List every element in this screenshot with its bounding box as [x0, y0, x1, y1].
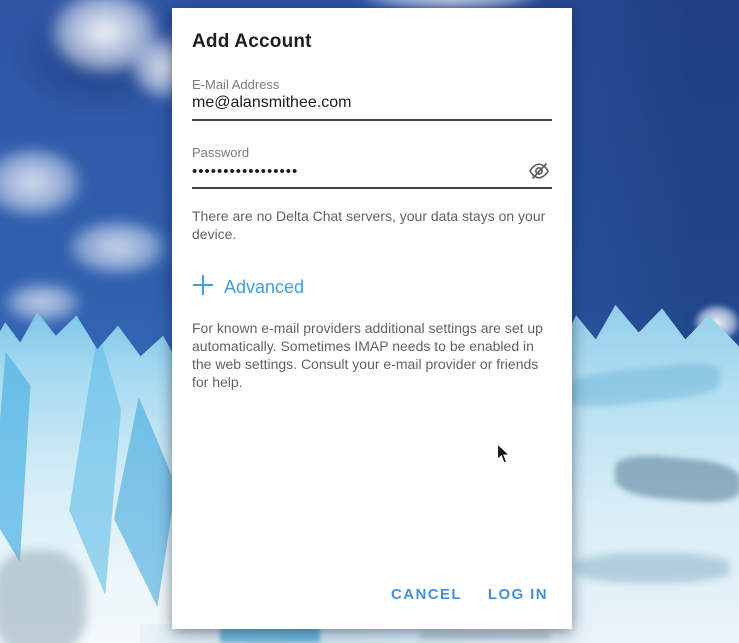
plus-icon	[192, 274, 214, 301]
glacier-ice-right	[560, 298, 739, 643]
login-button[interactable]: LOG IN	[488, 586, 548, 603]
ice-spike	[62, 330, 134, 595]
eye-off-icon	[528, 168, 550, 183]
ice-shadow	[575, 553, 730, 583]
ice-shadow	[0, 550, 87, 643]
ice-spike	[0, 352, 54, 562]
dialog-title: Add Account	[192, 8, 552, 53]
cloud	[50, 210, 185, 285]
desktop-background: Add Account E-Mail Address Password Ther…	[0, 0, 739, 643]
add-account-dialog: Add Account E-Mail Address Password Ther…	[172, 8, 572, 629]
ice-shadow	[615, 453, 739, 506]
mouse-pointer-icon	[496, 443, 511, 470]
no-servers-info-text: There are no Delta Chat servers, your da…	[192, 207, 552, 243]
password-field-row	[192, 162, 552, 189]
email-label: E-Mail Address	[192, 77, 552, 92]
glacier-ice-left	[0, 312, 180, 643]
advanced-expander[interactable]: Advanced	[192, 274, 552, 301]
password-input[interactable]	[192, 163, 526, 180]
password-label: Password	[192, 145, 552, 160]
cancel-button[interactable]: CANCEL	[391, 586, 462, 603]
dialog-actions: CANCEL LOG IN	[391, 586, 548, 603]
toggle-password-visibility-button[interactable]	[526, 162, 552, 180]
advanced-label: Advanced	[224, 277, 304, 298]
provider-help-text: For known e-mail providers additional se…	[192, 319, 552, 391]
email-input[interactable]	[192, 94, 552, 112]
ice-spike	[114, 397, 176, 607]
ice-shadow	[570, 360, 720, 410]
email-field-row	[192, 94, 552, 121]
ice-shadow	[420, 632, 550, 640]
